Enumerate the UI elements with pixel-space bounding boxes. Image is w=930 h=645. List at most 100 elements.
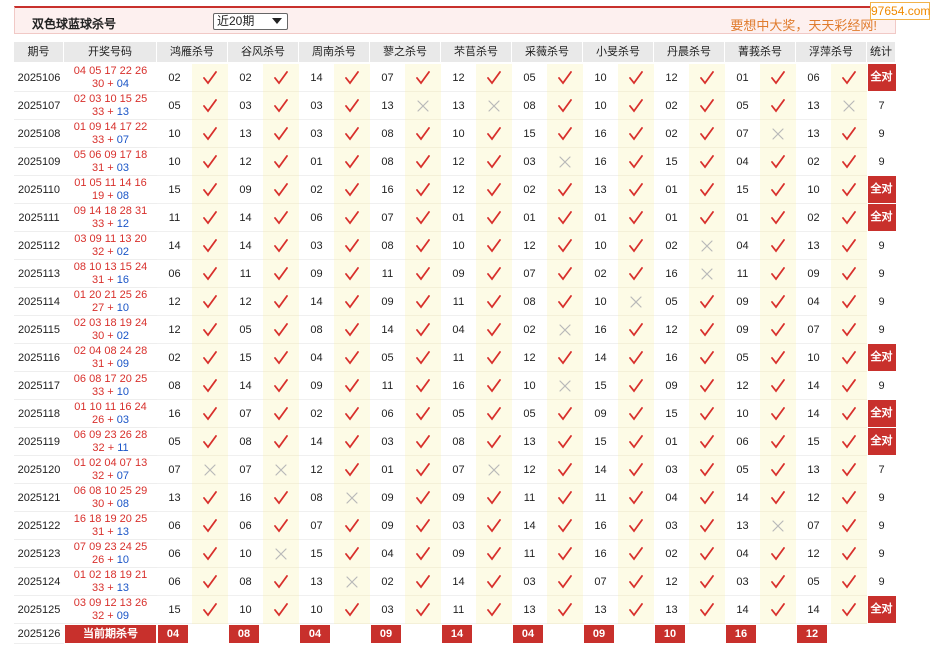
check-icon	[547, 484, 583, 512]
draw-red-line: 06 08 10 25 29	[73, 485, 148, 497]
check-icon	[263, 148, 299, 176]
kill-number: 07	[157, 456, 192, 484]
check-icon	[192, 372, 228, 400]
cross-icon	[405, 92, 441, 120]
kill-number: 13	[441, 92, 476, 120]
hit-count: 9	[878, 492, 885, 504]
period-cell: 2025113	[14, 260, 64, 288]
draw-red-line: 08 10 13 15 24	[73, 261, 148, 273]
kill-number: 03	[299, 120, 334, 148]
check-icon	[831, 288, 867, 316]
check-icon	[831, 484, 867, 512]
table-row: 2025115 02 03 18 19 24 30 + 02 12 05 08 14 04 02…	[14, 316, 896, 344]
check-icon	[831, 512, 867, 540]
draw-blue-ball: 04	[116, 78, 130, 90]
draw-red-last: 30	[91, 330, 105, 342]
kill-number: 07	[228, 400, 263, 428]
kill-number: 05	[725, 344, 760, 372]
check-icon	[192, 596, 228, 624]
draw-second-line: 31 + 13	[64, 526, 157, 539]
kill-number: 14	[725, 484, 760, 512]
check-icon	[192, 540, 228, 568]
check-icon	[192, 176, 228, 204]
check-icon	[476, 428, 512, 456]
draw-red-line: 06 09 23 26 28	[73, 429, 148, 441]
kill-number: 08	[228, 428, 263, 456]
kill-number: 16	[441, 372, 476, 400]
draw-red-last: 19	[91, 190, 105, 202]
check-icon	[476, 288, 512, 316]
header-expert: 周南杀号	[299, 42, 370, 62]
kill-number: 02	[654, 92, 689, 120]
check-icon	[618, 176, 654, 204]
check-icon	[689, 176, 725, 204]
stat-cell: 全对	[867, 428, 896, 456]
kill-number: 05	[370, 344, 405, 372]
header-expert: 浮萍杀号	[796, 42, 867, 62]
draw-numbers-cell: 02 04 08 24 28 31 + 09	[64, 344, 157, 372]
check-icon	[476, 596, 512, 624]
period-cell: 2025111	[14, 204, 64, 232]
check-icon	[689, 344, 725, 372]
draw-numbers-cell: 06 08 17 20 25 33 + 10	[64, 372, 157, 400]
check-icon	[618, 512, 654, 540]
period-cell: 2025117	[14, 372, 64, 400]
draw-numbers-cell: 09 14 18 28 31 33 + 12	[64, 204, 157, 232]
kill-number: 05	[228, 316, 263, 344]
draw-blue-ball: 13	[116, 582, 130, 594]
check-icon	[405, 232, 441, 260]
draw-second-line: 33 + 07	[64, 134, 157, 147]
check-icon	[831, 456, 867, 484]
kill-number: 03	[441, 512, 476, 540]
kill-number: 10	[157, 120, 192, 148]
current-period-cell: 2025126	[14, 624, 64, 644]
draw-numbers-cell: 01 02 18 19 21 33 + 13	[64, 568, 157, 596]
check-icon	[547, 344, 583, 372]
check-icon	[192, 316, 228, 344]
draw-blue-ball: 10	[116, 386, 130, 398]
check-icon	[760, 232, 796, 260]
check-icon	[334, 400, 370, 428]
hit-count: 9	[878, 380, 885, 392]
kill-number: 12	[796, 484, 831, 512]
period-range-select[interactable]: 近20期	[213, 13, 288, 30]
period-cell: 2025107	[14, 92, 64, 120]
period-cell: 2025109	[14, 148, 64, 176]
check-icon	[831, 316, 867, 344]
kill-number: 12	[512, 344, 547, 372]
check-icon	[760, 400, 796, 428]
kill-number: 16	[654, 260, 689, 288]
plus-sign: +	[104, 274, 117, 286]
plus-sign: +	[104, 218, 117, 230]
kill-number: 02	[299, 400, 334, 428]
kill-number: 14	[228, 232, 263, 260]
kill-number: 13	[299, 568, 334, 596]
cross-icon	[192, 456, 228, 484]
check-icon	[547, 540, 583, 568]
check-icon	[547, 64, 583, 92]
draw-blue-ball: 07	[116, 470, 130, 482]
header-expert: 菁莪杀号	[725, 42, 796, 62]
draw-blue-ball: 09	[116, 358, 130, 370]
table-row: 2025112 03 09 11 13 20 32 + 02 14 14 03 08 10 12…	[14, 232, 896, 260]
check-icon	[263, 232, 299, 260]
draw-red-line: 07 09 23 24 25	[73, 541, 148, 553]
draw-red-last: 31	[91, 358, 105, 370]
kill-number: 11	[725, 260, 760, 288]
check-icon	[760, 316, 796, 344]
stat-cell: 9	[867, 260, 896, 288]
check-icon	[760, 568, 796, 596]
kill-number: 03	[370, 428, 405, 456]
draw-red-line: 16 18 19 20 25	[73, 513, 148, 525]
kill-number: 10	[228, 596, 263, 624]
kill-number: 04	[441, 316, 476, 344]
kill-number: 11	[512, 484, 547, 512]
kill-number: 02	[583, 260, 618, 288]
check-icon	[476, 260, 512, 288]
stat-cell: 9	[867, 288, 896, 316]
check-icon	[192, 232, 228, 260]
draw-second-line: 19 + 08	[64, 190, 157, 203]
kill-number: 14	[370, 316, 405, 344]
stat-cell: 7	[867, 456, 896, 484]
check-icon	[831, 176, 867, 204]
